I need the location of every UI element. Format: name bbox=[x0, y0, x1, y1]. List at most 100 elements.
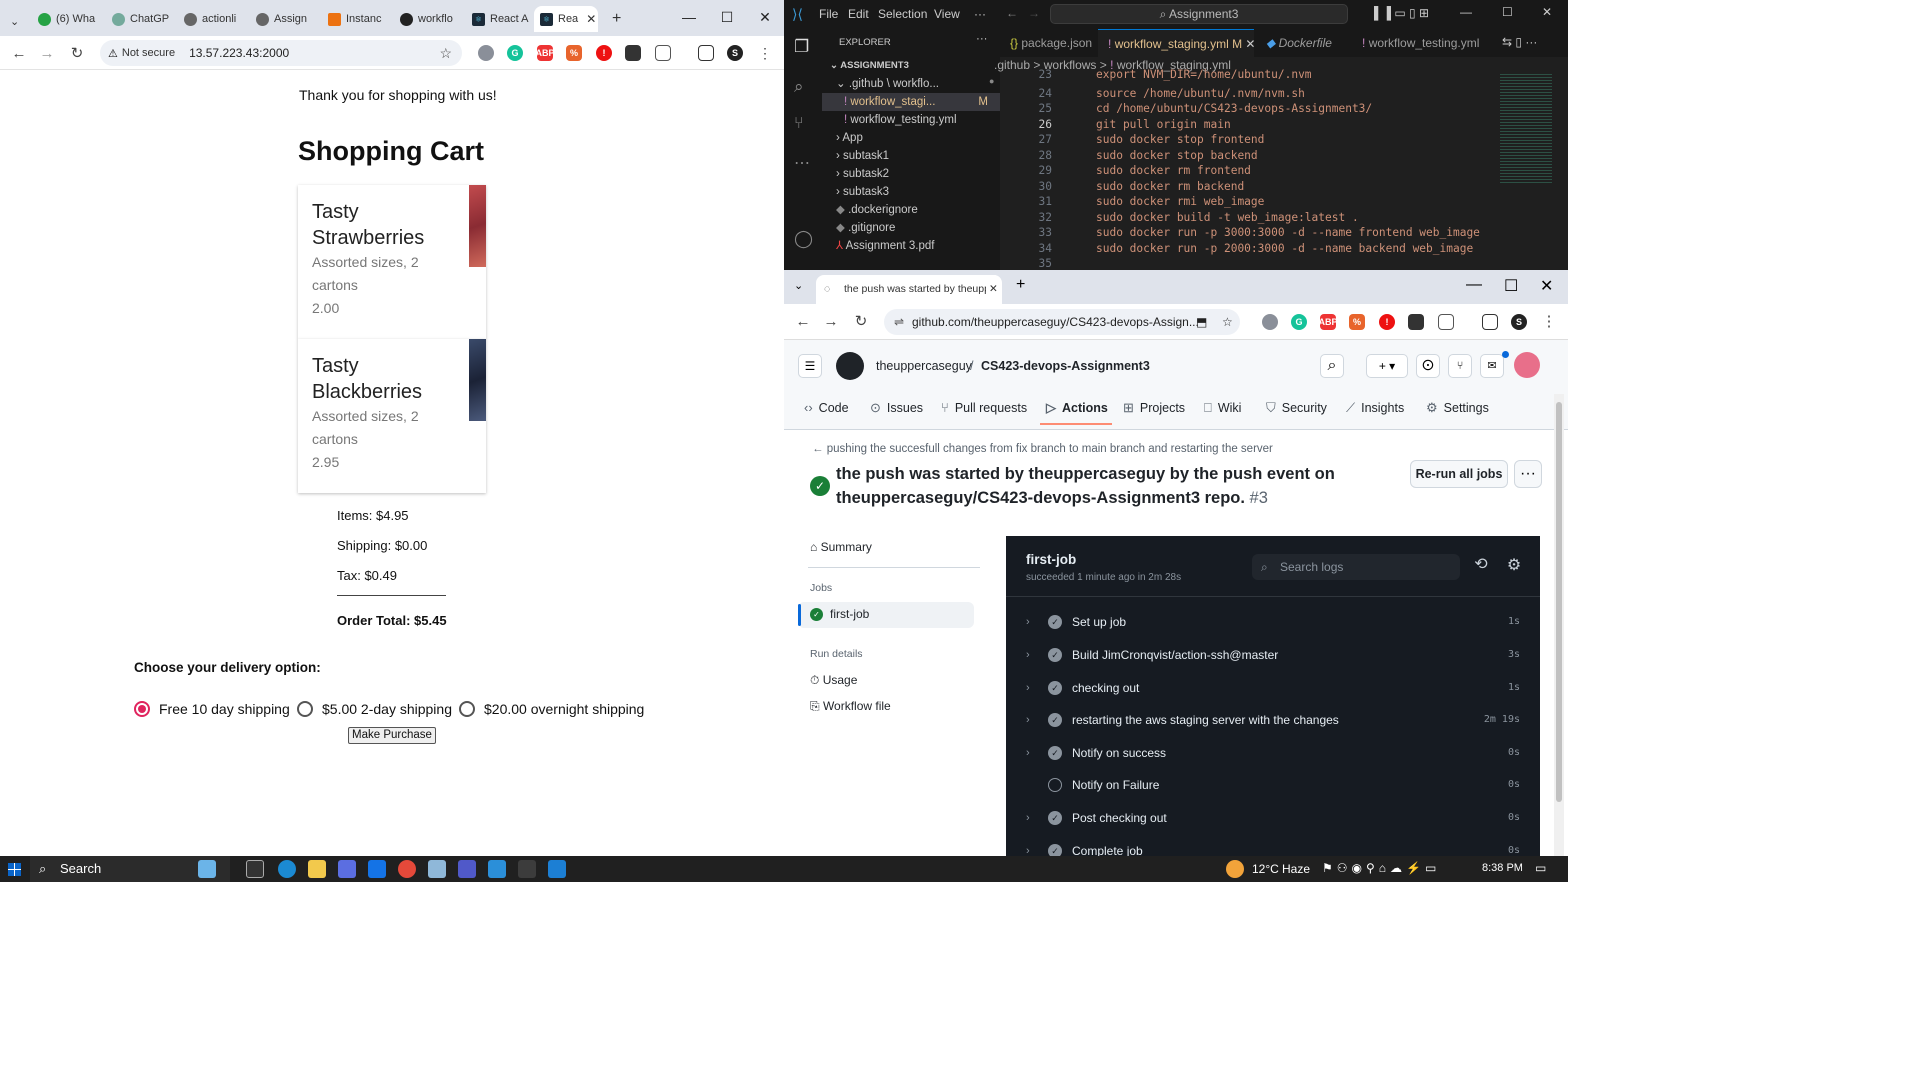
tree-workflow-testing[interactable]: ! workflow_testing.yml bbox=[844, 111, 957, 129]
profile-avatar[interactable]: S bbox=[727, 45, 743, 61]
tab-github-run[interactable]: ◌ the push was started by theupp ✕ bbox=[816, 275, 1002, 304]
close-window-button[interactable]: ✕ bbox=[1540, 276, 1553, 296]
issues-icon[interactable]: ⊙ bbox=[1416, 354, 1440, 378]
minimap[interactable] bbox=[1500, 74, 1552, 184]
close-window-button[interactable]: ✕ bbox=[744, 0, 784, 34]
tab-workflow-staging[interactable]: ! workflow_staging.yml M ✕ bbox=[1098, 29, 1255, 57]
fox-extension-icon[interactable] bbox=[625, 45, 641, 61]
store-icon[interactable] bbox=[338, 860, 356, 878]
back-arrow-icon[interactable]: ← bbox=[792, 310, 814, 332]
scrollbar-thumb[interactable] bbox=[1556, 402, 1562, 802]
menu-selection[interactable]: Selection bbox=[878, 7, 927, 21]
gear-icon[interactable]: ⚙ bbox=[1504, 556, 1524, 576]
hamburger-menu-icon[interactable]: ☰ bbox=[798, 354, 822, 378]
windows-start-icon[interactable] bbox=[8, 863, 21, 876]
sidebar-icon[interactable] bbox=[1482, 314, 1498, 330]
globe-extension-icon[interactable] bbox=[478, 45, 494, 61]
log-step[interactable]: › ✓ Build JimCronqvist/action-ssh@master 3s bbox=[1006, 640, 1540, 670]
notepad-icon[interactable] bbox=[428, 860, 446, 878]
tab-react-app[interactable]: ⚛ React A bbox=[466, 6, 534, 32]
tree-app[interactable]: › App bbox=[836, 129, 863, 147]
address-bar[interactable]: ⇌ github.com/theuppercaseguy/CS423-devops… bbox=[884, 309, 1240, 335]
fox-extension-icon[interactable] bbox=[1408, 314, 1424, 330]
install-icon[interactable]: ⬒ bbox=[1196, 309, 1207, 335]
app-icon[interactable] bbox=[518, 860, 536, 878]
puzzle-icon[interactable] bbox=[655, 45, 671, 61]
mail-icon[interactable] bbox=[368, 860, 386, 878]
widgets-icon[interactable] bbox=[198, 860, 216, 878]
scrollbar[interactable] bbox=[1554, 394, 1564, 856]
tab-list-button[interactable]: ⌄ bbox=[4, 8, 26, 34]
tree-subtask1[interactable]: › subtask1 bbox=[836, 147, 889, 165]
new-tab-button[interactable]: + bbox=[1016, 276, 1025, 294]
command-center[interactable]: ⌕ Assignment3 bbox=[1050, 4, 1348, 24]
make-purchase-button[interactable]: Make Purchase bbox=[348, 727, 436, 744]
adblock-icon[interactable]: ABP bbox=[1319, 314, 1338, 330]
editor-actions-icon[interactable]: ⇆ ▯ ··· bbox=[1502, 35, 1537, 49]
star-icon[interactable]: ☆ bbox=[439, 45, 452, 62]
grammarly-icon[interactable]: G bbox=[1291, 314, 1307, 330]
account-icon[interactable]: ◯ bbox=[794, 229, 813, 249]
forward-arrow-icon[interactable]: → bbox=[820, 310, 842, 332]
tab-instances[interactable]: Instanc bbox=[322, 6, 392, 32]
star-icon[interactable]: ☆ bbox=[1222, 309, 1233, 335]
menu-edit[interactable]: Edit bbox=[848, 7, 869, 21]
vscode-icon[interactable] bbox=[488, 860, 506, 878]
tab-actions[interactable]: ▷ Actions bbox=[1046, 398, 1108, 418]
log-step[interactable]: › ✓ Set up job 1s bbox=[1006, 607, 1540, 637]
menu-view[interactable]: View bbox=[934, 7, 960, 21]
search-logs-input[interactable]: ⌕ Search logs bbox=[1252, 554, 1460, 580]
notification-icon[interactable]: ▭ bbox=[1535, 861, 1546, 875]
file-explorer-icon[interactable] bbox=[308, 860, 326, 878]
maximize-button[interactable]: ☐ bbox=[1504, 276, 1518, 296]
tab-dockerfile[interactable]: ◆ Dockerfile bbox=[1256, 29, 1348, 57]
inbox-icon[interactable]: ✉ bbox=[1480, 354, 1504, 378]
more-menu-icon[interactable]: ⋮ bbox=[1538, 310, 1560, 332]
forward-arrow-icon[interactable]: → bbox=[1028, 6, 1040, 20]
tree-dockerignore[interactable]: ◆ .dockerignore bbox=[836, 201, 918, 219]
new-tab-button[interactable]: + bbox=[606, 6, 626, 32]
chevron-down-icon[interactable]: ⌄ bbox=[794, 279, 803, 292]
tree-workflow-staging[interactable]: ! workflow_stagi... M bbox=[822, 93, 1000, 111]
tab-workflow[interactable]: workflo bbox=[394, 6, 464, 32]
tree-gitignore[interactable]: ◆ .gitignore bbox=[836, 219, 895, 237]
job-item-first-job[interactable]: ✓ first-job bbox=[798, 602, 974, 628]
tree-github-folder[interactable]: ⌄ .github \ workflo... bbox=[836, 75, 939, 93]
back-arrow-icon[interactable]: ← bbox=[1006, 6, 1018, 20]
radio-overnight-shipping[interactable] bbox=[459, 701, 475, 717]
weather-temp[interactable]: 12°C bbox=[1252, 862, 1279, 876]
explorer-root[interactable]: ⌄ ASSIGNMENT3 bbox=[830, 57, 909, 75]
close-tab-icon[interactable]: ✕ bbox=[986, 275, 1001, 304]
maximize-button[interactable]: ☐ bbox=[1502, 5, 1513, 19]
weather-icon[interactable] bbox=[1226, 860, 1244, 878]
back-link[interactable]: ← pushing the succesfull changes from fi… bbox=[812, 443, 1273, 455]
tab-code[interactable]: ‹› Code bbox=[804, 398, 849, 418]
profile-avatar[interactable]: S bbox=[1511, 314, 1527, 330]
tab-whatsapp[interactable]: (6) Wha bbox=[32, 6, 102, 32]
log-step[interactable]: › ✓ restarting the aws staging server with… bbox=[1006, 705, 1540, 735]
radio-2day-shipping[interactable] bbox=[297, 701, 313, 717]
tab-insights[interactable]: ⟋ Insights bbox=[1346, 398, 1404, 418]
forward-arrow-icon[interactable]: → bbox=[36, 42, 58, 64]
extensions-icon[interactable]: ⋯ bbox=[794, 153, 810, 173]
search-icon[interactable]: ⌕ bbox=[794, 77, 804, 97]
tab-package-json[interactable]: {} package.json bbox=[1000, 29, 1096, 57]
files-icon[interactable]: ❐ bbox=[794, 37, 809, 57]
log-step[interactable]: Notify on Failure 0s bbox=[1006, 770, 1540, 800]
close-tab-icon[interactable]: ✕ bbox=[1245, 37, 1255, 51]
reload-icon[interactable]: ↻ bbox=[850, 310, 872, 332]
tab-settings[interactable]: ⚙ Settings bbox=[1426, 398, 1489, 418]
adblock-icon[interactable]: ABP bbox=[536, 45, 555, 61]
weather-text[interactable]: Haze bbox=[1282, 862, 1310, 876]
tray-icons[interactable]: ⚑⚇◉⚲⌂☁⚡▭ bbox=[1322, 861, 1440, 875]
sidebar-icon[interactable] bbox=[698, 45, 714, 61]
refresh-icon[interactable]: ⟲ bbox=[1470, 554, 1492, 576]
photos-icon[interactable] bbox=[548, 860, 566, 878]
minimize-button[interactable]: — bbox=[668, 0, 710, 34]
tab-assignment[interactable]: Assign bbox=[250, 6, 320, 32]
tab-workflow-testing[interactable]: ! workflow_testing.yml bbox=[1352, 29, 1492, 57]
search-icon[interactable]: ⌕ bbox=[1320, 354, 1344, 378]
more-menu-icon[interactable]: ⋮ bbox=[754, 42, 776, 64]
source-control-icon[interactable]: ⑂ bbox=[794, 115, 804, 133]
tree-subtask2[interactable]: › subtask2 bbox=[836, 165, 889, 183]
